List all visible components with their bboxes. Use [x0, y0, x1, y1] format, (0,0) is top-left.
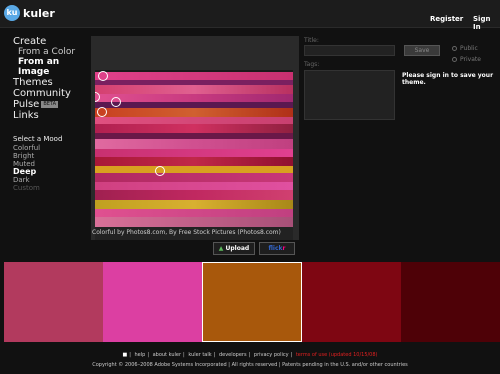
- mood-dark[interactable]: Dark: [13, 176, 85, 184]
- footer-link-help[interactable]: help: [135, 352, 146, 358]
- nav-create[interactable]: Create: [13, 36, 85, 47]
- public-radio[interactable]: Public: [452, 45, 478, 52]
- nav-from-image[interactable]: From an Image: [13, 57, 85, 77]
- photo-caption: Colorful by Photos8.com, By Free Stock P…: [92, 229, 281, 236]
- nav-community[interactable]: Community: [13, 88, 85, 99]
- mood-bright[interactable]: Bright: [13, 152, 85, 160]
- mood-deep[interactable]: Deep: [13, 168, 85, 176]
- nav-links[interactable]: Links: [13, 110, 85, 121]
- upload-label: Upload: [225, 245, 250, 252]
- color-picker-marker-3[interactable]: [111, 97, 121, 107]
- color-swatch-2[interactable]: [103, 262, 203, 342]
- nav-themes[interactable]: Themes: [13, 77, 85, 88]
- public-label: Public: [460, 45, 478, 52]
- footer-link-terms[interactable]: terms of use (updated 10/15/08): [296, 352, 378, 358]
- footer-link-developers[interactable]: developers: [219, 352, 247, 358]
- title-label: Title:: [304, 37, 319, 44]
- footer-links: ■ | help | about kuler | kuler talk | develo…: [122, 352, 378, 358]
- footer-link-talk[interactable]: kuler talk: [188, 352, 211, 358]
- sign-in-link[interactable]: Sign In: [473, 15, 500, 31]
- save-button[interactable]: Save: [404, 45, 440, 56]
- app-name[interactable]: kuler: [23, 7, 55, 20]
- adobe-icon: ■: [122, 352, 128, 358]
- footer: ■ | help | about kuler | kuler talk | develo…: [0, 352, 500, 368]
- image-panel: [91, 36, 299, 240]
- tags-label: Tags:: [304, 61, 320, 68]
- color-picker-marker-4[interactable]: [97, 107, 107, 117]
- color-swatch-3[interactable]: [202, 262, 302, 342]
- title-input[interactable]: [304, 45, 395, 56]
- color-swatch-1[interactable]: [4, 262, 104, 342]
- register-link[interactable]: Register: [430, 15, 463, 23]
- color-swatch-4[interactable]: [301, 262, 401, 342]
- tags-input[interactable]: [304, 70, 395, 120]
- flickr-logo-part1: flick: [268, 245, 283, 252]
- color-swatches: [4, 262, 500, 342]
- nav-pulse-label: Pulse: [13, 99, 40, 110]
- source-photo[interactable]: [95, 70, 293, 240]
- signin-message: Please sign in to save your theme.: [402, 72, 494, 86]
- public-radio-icon: [452, 46, 457, 51]
- beta-badge: BETA: [41, 100, 59, 108]
- footer-link-about[interactable]: about kuler: [153, 352, 181, 358]
- sidebar-nav: Create From a Color From an Image Themes…: [13, 36, 85, 192]
- mood-title: Select a Mood: [13, 135, 63, 143]
- mood-custom[interactable]: Custom: [13, 184, 85, 192]
- private-radio-icon: [452, 57, 457, 62]
- upload-button[interactable]: ▲ Upload: [213, 242, 255, 255]
- color-swatch-5[interactable]: [400, 262, 500, 342]
- private-radio[interactable]: Private: [452, 56, 481, 63]
- kuler-logo-icon[interactable]: ku: [4, 5, 20, 21]
- private-label: Private: [460, 56, 481, 63]
- flickr-logo-part2: r: [282, 245, 286, 252]
- top-bar: ku kuler Register Sign In: [0, 0, 500, 31]
- copyright-text: Copyright © 2006–2008 Adobe Systems Inco…: [92, 362, 408, 368]
- nav-from-color[interactable]: From a Color: [13, 47, 85, 57]
- mood-colorful[interactable]: Colorful: [13, 144, 85, 152]
- flickr-button[interactable]: flickr: [259, 242, 295, 255]
- color-picker-marker-1[interactable]: [98, 71, 108, 81]
- upload-arrow-icon: ▲: [218, 245, 224, 252]
- footer-link-privacy[interactable]: privacy policy: [254, 352, 289, 358]
- nav-pulse[interactable]: Pulse BETA: [13, 99, 85, 110]
- color-picker-marker-5[interactable]: [155, 166, 165, 176]
